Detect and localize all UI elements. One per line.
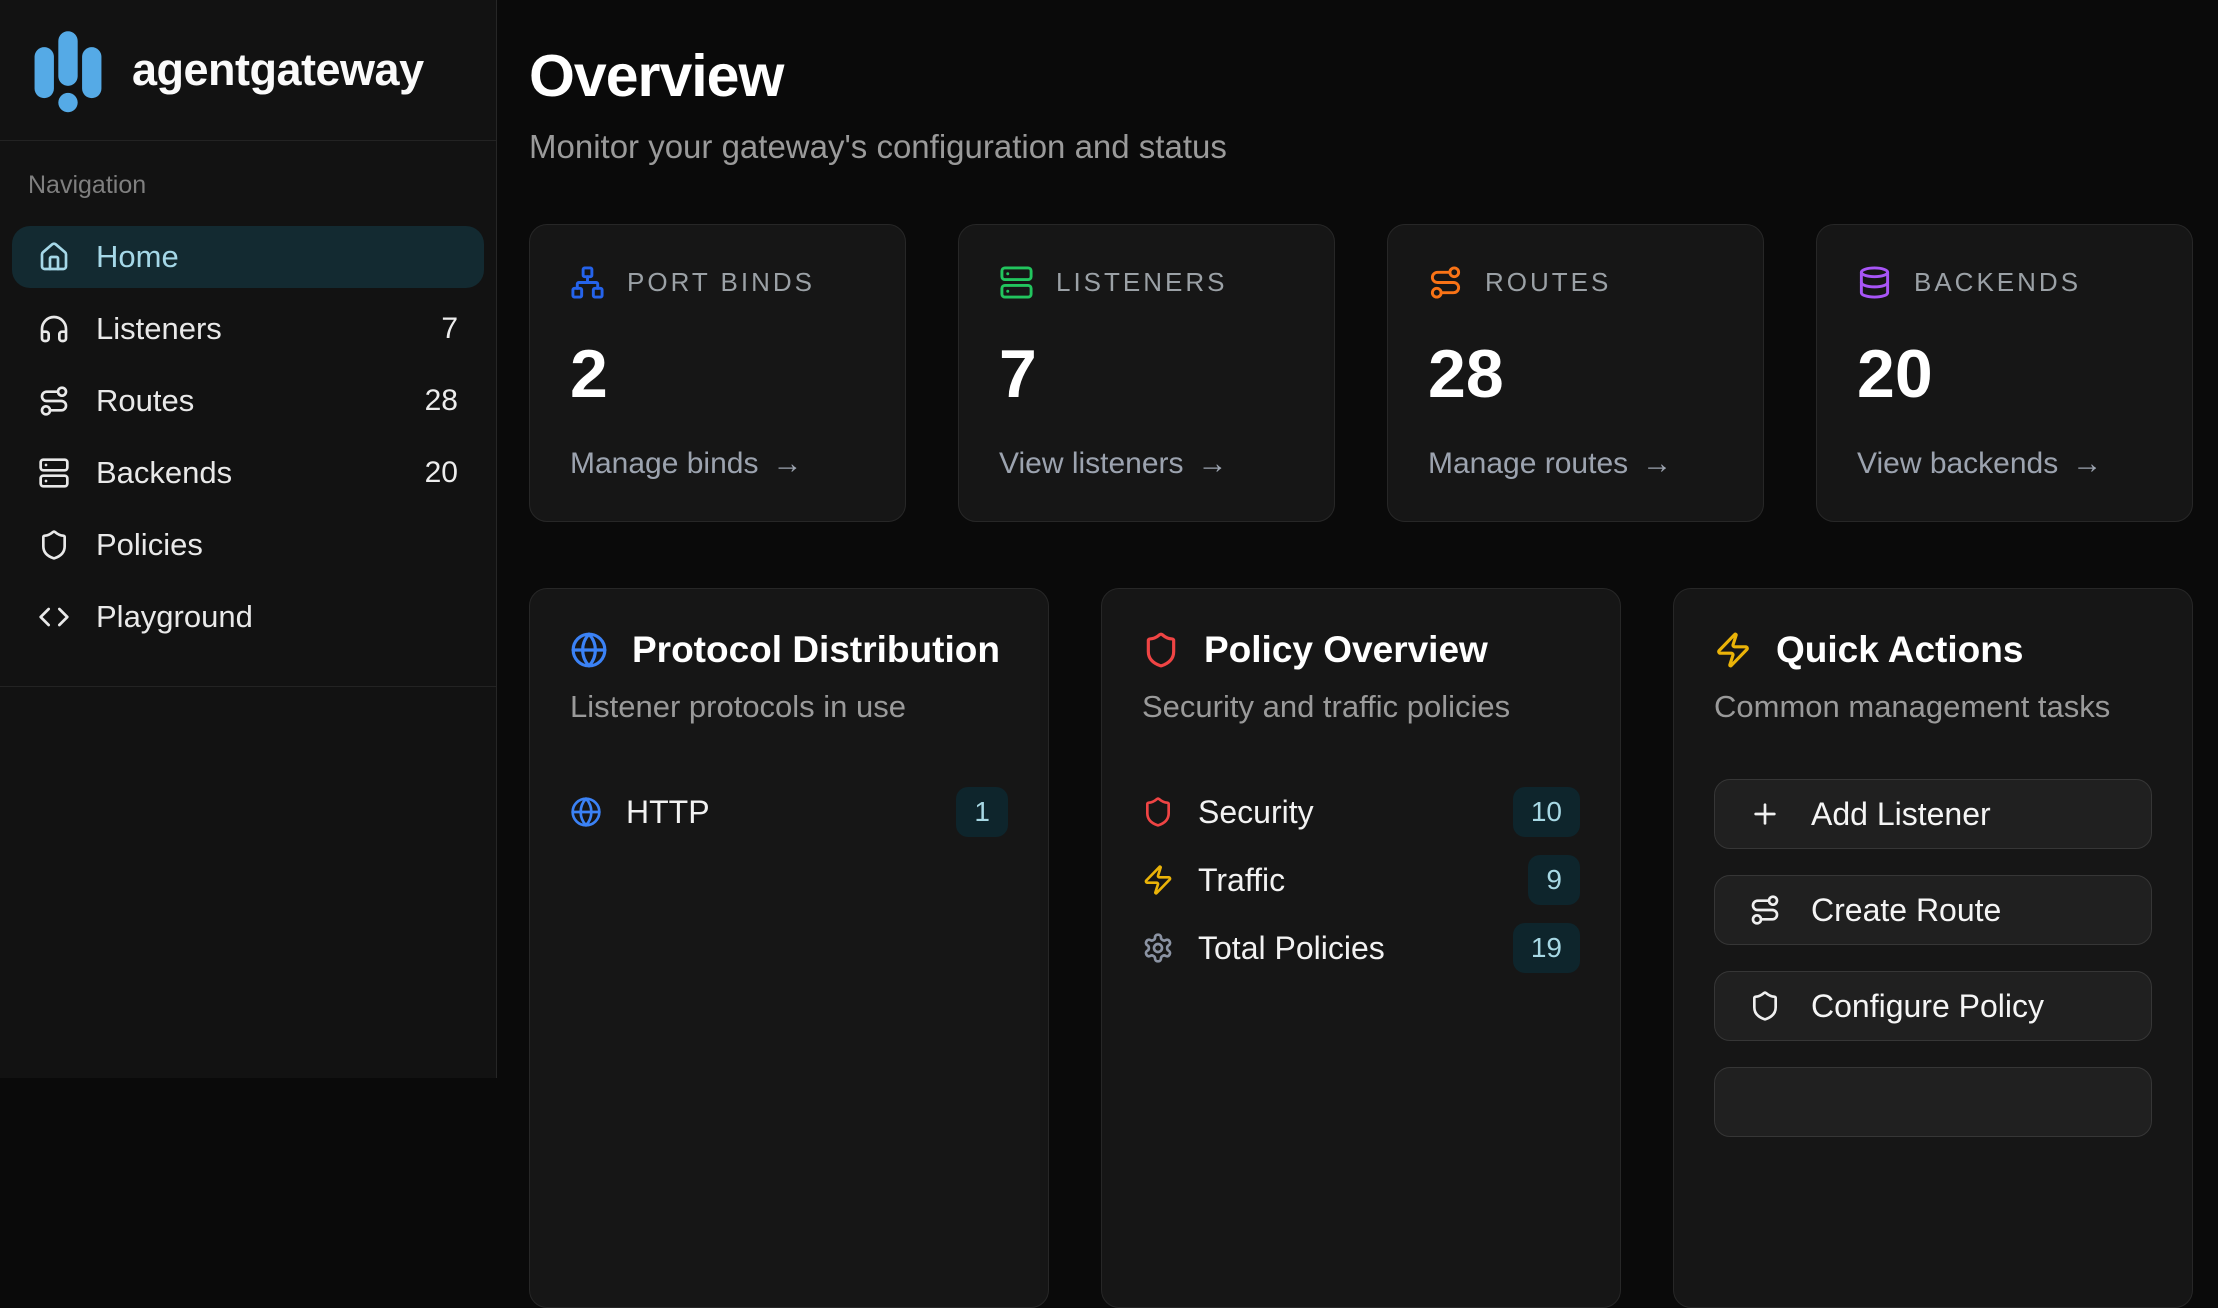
main-content: Overview Monitor your gateway's configur…	[497, 0, 2218, 1078]
sidebar-item-count: 20	[425, 456, 458, 490]
server-icon	[38, 457, 70, 489]
protocol-label: HTTP	[626, 794, 710, 831]
add-listener-button[interactable]: Add Listener	[1714, 779, 2152, 849]
panel-title: Policy Overview	[1204, 629, 1488, 671]
manage-binds-link[interactable]: Manage binds→	[570, 447, 865, 481]
stat-label: PORT BINDS	[627, 267, 815, 298]
policy-label: Traffic	[1198, 862, 1285, 899]
protocol-distribution-panel: Protocol Distribution Listener protocols…	[529, 588, 1049, 1308]
count-badge: 19	[1513, 923, 1580, 973]
stat-card-routes: ROUTES 28 Manage routes→	[1387, 224, 1764, 522]
view-listeners-link[interactable]: View listeners→	[999, 447, 1294, 481]
sidebar-item-home[interactable]: Home	[12, 226, 484, 288]
create-route-button[interactable]: Create Route	[1714, 875, 2152, 945]
policy-label: Total Policies	[1198, 930, 1385, 967]
sidebar-item-label: Playground	[96, 599, 253, 635]
stats-row: PORT BINDS 2 Manage binds→ LISTENERS 7 V…	[529, 224, 2193, 522]
sidebar: agentgateway Navigation Home Listeners 7…	[0, 0, 497, 1078]
count-badge: 10	[1513, 787, 1580, 837]
stat-label: LISTENERS	[1056, 267, 1228, 298]
sidebar-item-routes[interactable]: Routes 28	[12, 370, 484, 432]
sidebar-item-count: 28	[425, 384, 458, 418]
count-badge: 1	[956, 787, 1008, 837]
panel-subtitle: Listener protocols in use	[570, 689, 1008, 725]
arrow-right-icon: →	[772, 447, 802, 481]
plus-icon	[1749, 798, 1781, 830]
policy-overview-panel: Policy Overview Security and traffic pol…	[1101, 588, 1621, 1308]
shield-icon	[38, 529, 70, 561]
view-backends-link[interactable]: View backends→	[1857, 447, 2152, 481]
zap-icon	[1142, 864, 1174, 896]
route-icon	[1428, 265, 1463, 300]
app-root: agentgateway Navigation Home Listeners 7…	[0, 0, 2218, 1078]
panel-title: Protocol Distribution	[632, 629, 1000, 671]
sidebar-item-label: Backends	[96, 455, 232, 491]
route-icon	[1749, 894, 1781, 926]
panel-subtitle: Security and traffic policies	[1142, 689, 1580, 725]
policy-row-traffic: Traffic 9	[1142, 847, 1580, 913]
sidebar-item-label: Home	[96, 239, 179, 275]
gear-icon	[1142, 932, 1174, 964]
count-badge: 9	[1528, 855, 1580, 905]
stat-value: 20	[1857, 340, 2152, 408]
globe-icon	[570, 796, 602, 828]
database-icon	[1857, 265, 1892, 300]
stat-card-backends: BACKENDS 20 View backends→	[1816, 224, 2193, 522]
configure-policy-button[interactable]: Configure Policy	[1714, 971, 2152, 1041]
sidebar-item-backends[interactable]: Backends 20	[12, 442, 484, 504]
page-subtitle: Monitor your gateway's configuration and…	[529, 128, 2193, 166]
panels-row: Protocol Distribution Listener protocols…	[529, 588, 2193, 1308]
route-icon	[38, 385, 70, 417]
shield-icon	[1142, 796, 1174, 828]
sidebar-item-playground[interactable]: Playground	[12, 586, 484, 648]
headphones-icon	[38, 313, 70, 345]
policy-row-total: Total Policies 19	[1142, 915, 1580, 981]
sidebar-item-label: Listeners	[96, 311, 222, 347]
app-title: agentgateway	[132, 44, 424, 96]
arrow-right-icon: →	[2072, 447, 2102, 481]
sidebar-item-listeners[interactable]: Listeners 7	[12, 298, 484, 360]
quick-actions-panel: Quick Actions Common management tasks Ad…	[1673, 588, 2193, 1308]
server-icon	[999, 265, 1034, 300]
shield-icon	[1142, 631, 1180, 669]
network-icon	[570, 265, 605, 300]
panel-title: Quick Actions	[1776, 629, 2023, 671]
arrow-right-icon: →	[1198, 447, 1228, 481]
globe-icon	[570, 631, 608, 669]
protocol-row-http: HTTP 1	[570, 779, 1008, 845]
stat-value: 7	[999, 340, 1294, 408]
policy-row-security: Security 10	[1142, 779, 1580, 845]
zap-icon	[1714, 631, 1752, 669]
agentgateway-logo-icon	[28, 26, 108, 114]
sidebar-item-label: Routes	[96, 383, 194, 419]
sidebar-nav: Navigation Home Listeners 7 Routes 28 Ba…	[0, 141, 496, 687]
stat-card-port-binds: PORT BINDS 2 Manage binds→	[529, 224, 906, 522]
stat-label: ROUTES	[1485, 267, 1611, 298]
stat-card-listeners: LISTENERS 7 View listeners→	[958, 224, 1335, 522]
shield-icon	[1749, 990, 1781, 1022]
policy-label: Security	[1198, 794, 1314, 831]
stat-value: 2	[570, 340, 865, 408]
home-icon	[38, 241, 70, 273]
nav-section-label: Navigation	[28, 171, 468, 200]
code-icon	[38, 601, 70, 633]
panel-subtitle: Common management tasks	[1714, 689, 2152, 725]
stat-value: 28	[1428, 340, 1723, 408]
sidebar-item-policies[interactable]: Policies	[12, 514, 484, 576]
page-title: Overview	[529, 42, 2193, 110]
sidebar-item-count: 7	[441, 312, 458, 346]
arrow-right-icon: →	[1642, 447, 1672, 481]
stat-label: BACKENDS	[1914, 267, 2081, 298]
manage-routes-link[interactable]: Manage routes→	[1428, 447, 1723, 481]
sidebar-item-label: Policies	[96, 527, 203, 563]
logo[interactable]: agentgateway	[0, 0, 496, 141]
